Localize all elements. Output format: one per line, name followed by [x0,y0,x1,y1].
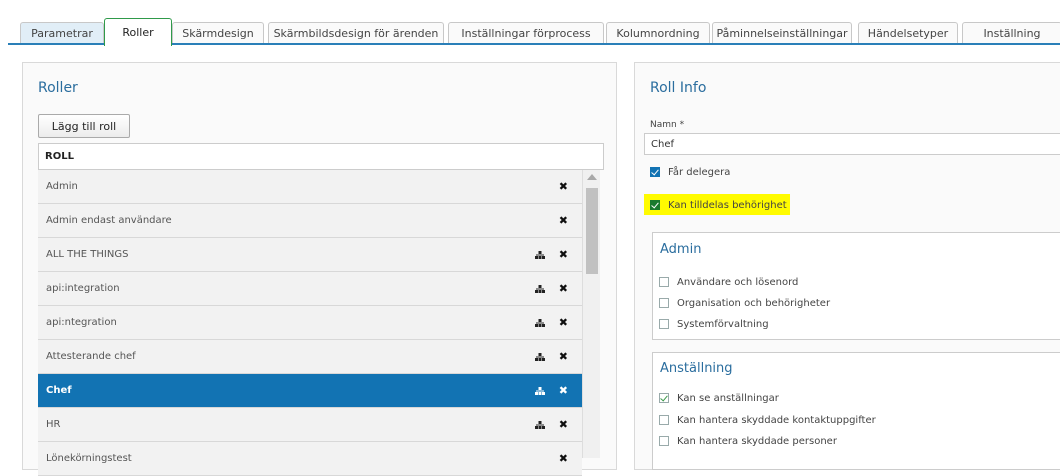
role-name: api:integration [46,283,120,294]
org-chart-icon[interactable] [535,353,545,361]
permission-checkbox[interactable] [659,415,669,425]
role-row-all-the-things[interactable]: ALL THE THINGS ✖ [38,238,582,272]
tab-label: Skärmbildsdesign för ärenden [273,27,439,40]
tab-installningar-forprocess[interactable]: Inställningar förprocess [448,22,604,44]
permission-item[interactable]: Systemförvaltning [659,317,769,331]
tab-label: Inställning [983,27,1041,40]
delete-icon[interactable]: ✖ [559,248,568,261]
permission-label: Kan se anställningar [677,392,779,404]
tab-label: Påminnelseinställningar [716,27,848,40]
scrollbar-thumb[interactable] [586,188,598,274]
role-row-admin-endast[interactable]: Admin endast användare ✖ [38,204,582,238]
tab-parametrar[interactable]: Parametrar [20,22,104,44]
permission-item[interactable]: Användare och lösenord [659,275,798,289]
name-label: Namn * [650,120,685,130]
role-name: Admin [46,181,78,192]
delete-icon[interactable]: ✖ [559,282,568,295]
role-info-title: Roll Info [650,80,707,96]
permission-checkbox[interactable] [659,319,669,329]
tab-paminnelseinstallningar[interactable]: Påminnelseinställningar [712,22,852,44]
name-field[interactable]: Chef [644,133,1060,155]
delete-icon[interactable]: ✖ [559,350,568,363]
permission-item[interactable]: Kan hantera skyddade kontaktuppgifter [659,413,876,427]
org-chart-icon[interactable] [535,319,545,327]
roles-scrollbar[interactable] [582,170,600,458]
role-name: HR [46,419,61,430]
role-name: ALL THE THINGS [46,249,129,260]
delete-icon[interactable]: ✖ [559,384,568,397]
add-role-button[interactable]: Lägg till roll [38,114,130,138]
delegate-option[interactable]: Får delegera [650,165,730,179]
admin-group-title: Admin [660,242,702,257]
tab-skarmbildsdesign[interactable]: Skärmbildsdesign för ärenden [268,22,444,44]
org-chart-icon[interactable] [535,251,545,259]
role-name: Lönekörningstest [46,453,132,464]
permission-label: Organisation och behörigheter [677,297,831,309]
tab-label: Roller [122,26,154,39]
role-name: api:ntegration [46,317,117,328]
role-row-hr[interactable]: HR ✖ [38,408,582,442]
delegate-checkbox[interactable] [650,167,660,177]
tab-label: Parametrar [31,27,93,40]
delegate-label: Får delegera [668,166,731,178]
tab-handelsetyper[interactable]: Händelsetyper [858,22,958,44]
roles-panel-title: Roller [38,80,78,96]
role-name: Admin endast användare [46,215,172,226]
permission-checkbox[interactable] [659,277,669,287]
permission-label: Användare och lösenord [677,276,799,288]
tab-kolumnordning[interactable]: Kolumnordning [606,22,710,44]
tab-roller[interactable]: Roller [104,18,172,46]
tab-skarmdesign[interactable]: Skärmdesign [172,22,264,44]
role-row-attesterande-chef[interactable]: Attesterande chef ✖ [38,340,582,374]
delete-icon[interactable]: ✖ [559,452,568,465]
permission-item[interactable]: Kan se anställningar [659,391,779,405]
role-row-api-ntegration[interactable]: api:ntegration ✖ [38,306,582,340]
permission-checkbox[interactable] [659,298,669,308]
tab-label: Inställningar förprocess [461,27,591,40]
delete-icon[interactable]: ✖ [559,180,568,193]
tab-installning[interactable]: Inställning [962,22,1060,44]
org-chart-icon[interactable] [535,421,545,429]
delete-icon[interactable]: ✖ [559,418,568,431]
role-row-admin[interactable]: Admin ✖ [38,170,582,204]
delete-icon[interactable]: ✖ [559,316,568,329]
delete-icon[interactable]: ✖ [559,214,568,227]
permission-checkbox[interactable] [659,436,669,446]
assignable-checkbox[interactable] [650,200,660,210]
employment-group-title: Anställning [660,361,733,376]
role-row-api-integration[interactable]: api:integration ✖ [38,272,582,306]
role-row-chef[interactable]: Chef ✖ [38,374,582,408]
assignable-option[interactable]: Kan tilldelas behörighet [650,198,787,212]
permission-item[interactable]: Kan hantera skyddade personer [659,434,837,448]
permission-item[interactable]: Organisation och behörigheter [659,296,830,310]
permission-checkbox[interactable] [659,393,669,403]
assignable-label: Kan tilldelas behörighet [668,199,787,211]
org-chart-icon[interactable] [535,285,545,293]
role-row-lonekorningstest[interactable]: Lönekörningstest ✖ [38,442,582,476]
role-name: Chef [46,385,72,396]
scroll-up-icon[interactable] [587,174,597,180]
roles-column-header[interactable]: ROLL [38,143,604,170]
permission-label: Kan hantera skyddade kontaktuppgifter [677,414,876,426]
permission-label: Kan hantera skyddade personer [677,435,837,447]
tab-label: Skärmdesign [182,27,254,40]
role-name: Attesterande chef [46,351,136,362]
tab-label: Händelsetyper [867,27,949,40]
permission-label: Systemförvaltning [677,318,769,330]
top-bar [0,0,1060,14]
tab-label: Kolumnordning [616,27,700,40]
org-chart-icon[interactable] [535,387,545,395]
